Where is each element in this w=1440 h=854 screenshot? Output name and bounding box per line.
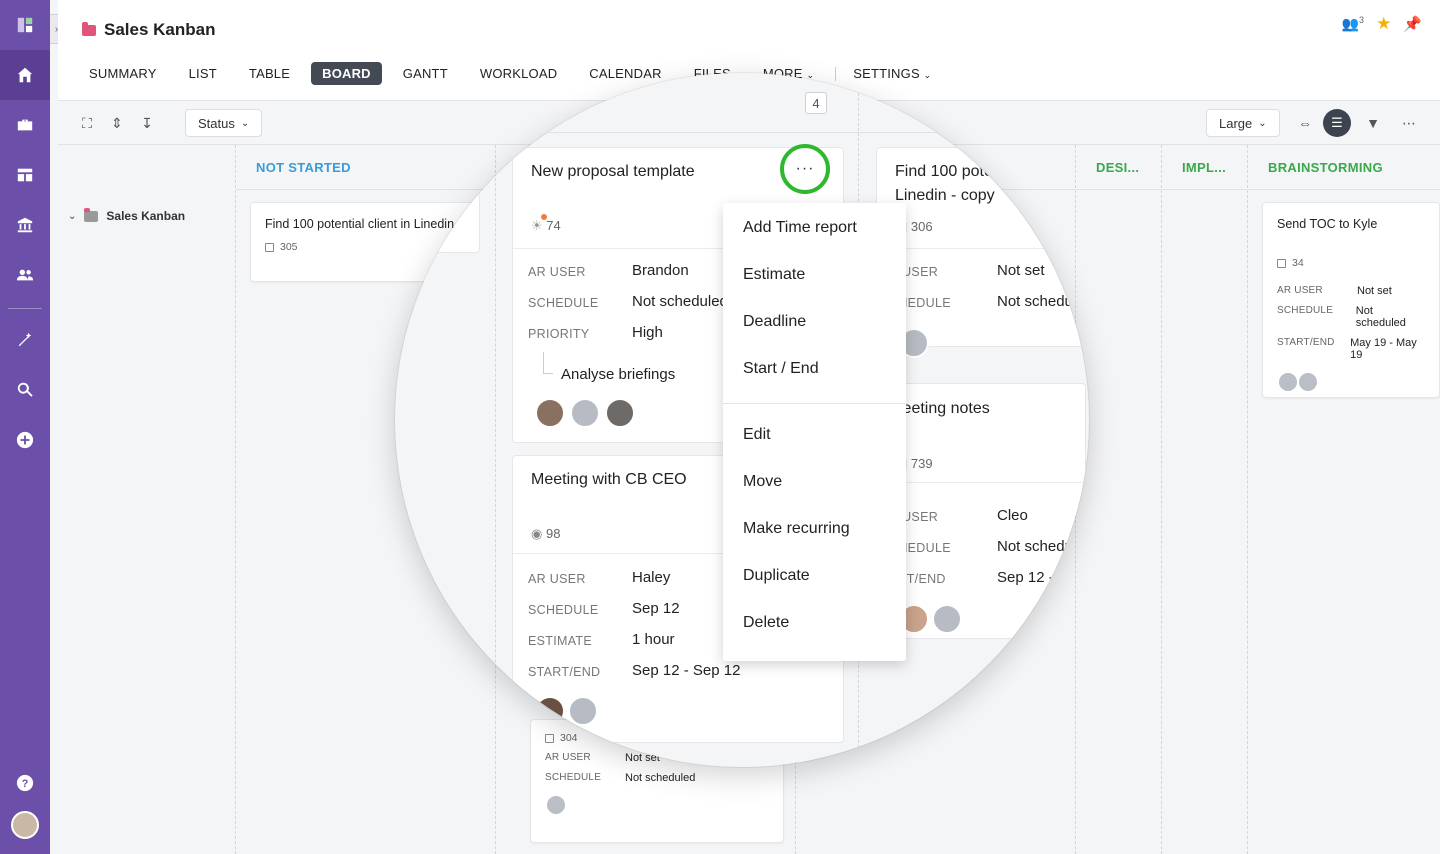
users-icon[interactable]: 👥3 [1342,15,1364,33]
bank-icon[interactable] [0,200,50,250]
search-icon[interactable] [0,365,50,415]
avatar [535,696,565,726]
header-actions: 👥3 ★ 📌 [1342,14,1422,34]
avatar [1277,371,1299,393]
column-header: BRAINSTORMING [1248,145,1440,190]
page-title: Sales Kanban [82,20,216,40]
lightbulb-icon: ☀ [531,214,547,233]
menu-item-make-recurring[interactable]: Make recurring [743,520,850,538]
avatar [605,398,635,428]
calendar-icon [1277,258,1286,268]
chevron-down-icon: ⌄ [240,117,250,129]
card-context-menu: Add Time report Estimate Deadline Start … [723,203,906,661]
column-count-badge: 4 [805,92,827,114]
app-logo-icon[interactable] [0,0,50,50]
fullscreen-icon[interactable]: ⛶ [79,115,95,131]
menu-item-edit[interactable]: Edit [743,426,771,444]
project-tree: ⌄ Sales Kanban [58,145,236,854]
svg-text:?: ? [22,778,29,790]
home-icon[interactable] [0,50,50,100]
briefcase-icon[interactable] [0,100,50,150]
filter-icon[interactable]: ▼ [1365,115,1381,131]
tab-summary[interactable]: SUMMARY [78,62,168,85]
avatar [570,398,600,428]
task-card[interactable]: Find 100 pote Linedin - copy ▣ 306 R USE… [876,147,1086,358]
menu-item-start-end[interactable]: Start / End [743,360,819,378]
location-pin-icon: ◉ [531,526,543,541]
calendar-icon [265,242,274,252]
column-implement: IMPL... [1162,145,1248,854]
collapse-icon[interactable]: ⇕ [109,115,125,131]
add-icon[interactable] [0,415,50,465]
left-nav: ? [0,0,50,854]
chevron-down-icon: ⌄ [68,210,77,222]
card-size-select[interactable]: Large ⌄ [1206,109,1280,137]
menu-divider [723,403,906,404]
column-header: IMPL... [1162,145,1247,190]
menu-item-delete[interactable]: Delete [743,614,789,632]
tab-table[interactable]: TABLE [238,62,301,85]
card-fields-icon[interactable]: ☰ [1323,109,1351,137]
card-width-icon[interactable]: ⇔ [1293,115,1317,131]
avatar [535,398,565,428]
expand-all-icon[interactable]: ↧ [139,115,155,131]
menu-item-deadline[interactable]: Deadline [743,313,806,331]
pin-icon[interactable]: 📌 [1403,15,1422,33]
more-options-icon[interactable]: ⋯ [1401,115,1417,131]
magnifier-lens: 4 New proposal template ☀ 74 AR USER Bra… [395,73,1089,767]
more-actions-button[interactable]: ··· [780,144,830,194]
magic-wand-icon[interactable] [0,315,50,365]
task-card[interactable]: Send TOC to Kyle 34 AR USER Not set SCHED… [1262,202,1440,398]
menu-item-add-time-report[interactable]: Add Time report [743,219,857,237]
tree-item-sales-kanban[interactable]: ⌄ Sales Kanban [68,207,185,223]
menu-item-duplicate[interactable]: Duplicate [743,567,810,585]
menu-item-estimate[interactable]: Estimate [743,266,805,284]
group-by-select[interactable]: Status ⌄ [185,109,263,137]
star-icon[interactable]: ★ [1376,14,1391,34]
folder-icon [84,207,99,222]
task-card[interactable]: leeting notes ▣ 739 R USER Cleo CHEDULE … [876,383,1086,639]
tab-list[interactable]: LIST [178,62,228,85]
avatar [932,604,962,634]
subtask[interactable]: Analyse briefings [561,366,675,383]
chevron-down-icon: ⌄ [1258,117,1267,129]
avatar [568,696,598,726]
tab-board[interactable]: BOARD [311,62,382,85]
avatar [1297,371,1319,393]
user-avatar[interactable] [0,800,50,850]
dashboard-icon[interactable] [0,150,50,200]
people-icon[interactable] [0,250,50,300]
avatar [545,794,567,816]
folder-icon [82,21,96,36]
menu-item-move[interactable]: Move [743,473,782,491]
